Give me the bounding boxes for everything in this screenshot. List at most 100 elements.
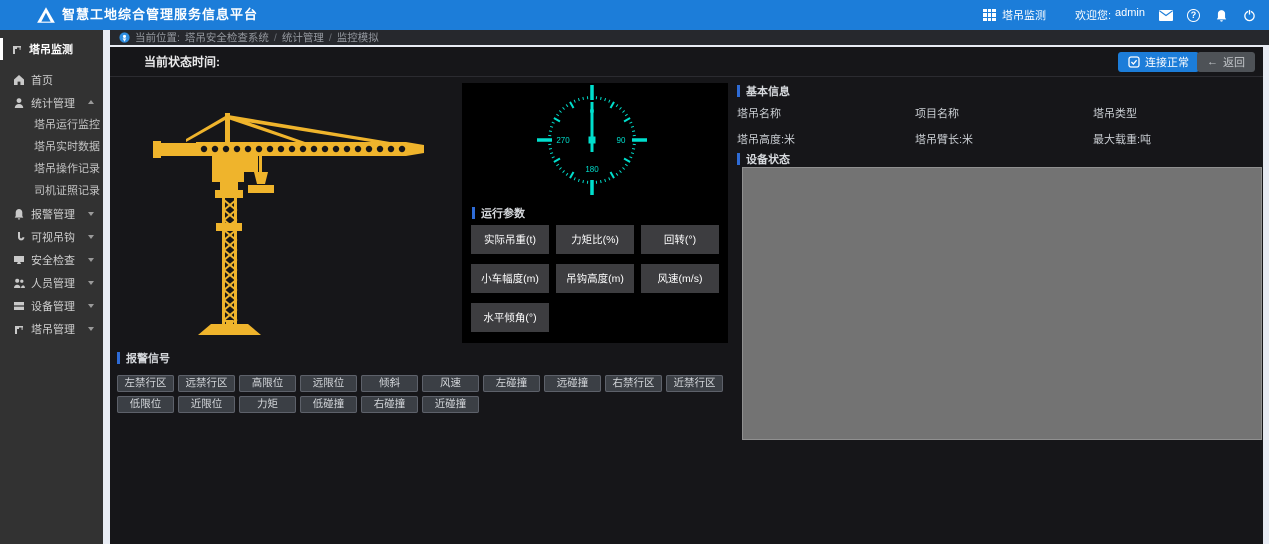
alarm-tag: 力矩 — [239, 396, 296, 413]
platform-logo-icon — [36, 6, 56, 24]
field-crane-height: 塔吊高度:米 — [737, 131, 915, 147]
param-card-trolley-range: 小车幅度(m) — [471, 264, 549, 293]
sidebar-item-personnel-mgmt[interactable]: 人员管理 — [0, 271, 103, 294]
rotation-gauge: 090180270 — [462, 83, 728, 197]
svg-text:90: 90 — [617, 136, 626, 145]
sidebar-header-crane-monitor[interactable]: 塔吊监测 — [0, 38, 103, 60]
breadcrumb: 当前位置: 塔吊安全检查系统 / 统计管理 / 监控模拟 — [110, 30, 1269, 45]
tower-crane-graphic — [140, 87, 470, 345]
alarm-signals-title: 报警信号 — [117, 350, 741, 366]
param-card-wind-speed: 风速(m/s) — [641, 264, 719, 293]
sidebar-item-home[interactable]: 首页 — [0, 68, 103, 91]
power-icon[interactable] — [1242, 8, 1257, 23]
chevron-down-icon — [88, 212, 94, 216]
alarm-tag: 左碰撞 — [483, 375, 540, 392]
sidebar-item-crane-run-monitor[interactable]: 塔吊运行监控 — [0, 114, 103, 136]
section-accent-bar — [737, 153, 740, 165]
section-accent-bar — [472, 207, 475, 219]
status-time-label: 当前状态时间: — [144, 47, 220, 77]
section-accent-bar — [117, 352, 120, 364]
chevron-down-icon — [88, 258, 94, 262]
crane-icon — [11, 43, 23, 55]
alarm-tag: 倾斜 — [361, 375, 418, 392]
sidebar-item-visual-hook[interactable]: 可视吊钩 — [0, 225, 103, 248]
content-header: 当前状态时间: 连接正常 ← 返回 — [110, 47, 1263, 77]
breadcrumb-item-system[interactable]: 塔吊安全检查系统 — [185, 30, 269, 45]
alarm-tag: 低碰撞 — [300, 396, 357, 413]
sidebar-item-safety-check[interactable]: 安全检查 — [0, 248, 103, 271]
svg-text:180: 180 — [585, 165, 599, 174]
help-icon[interactable]: ? — [1186, 8, 1201, 23]
param-card-horizontal-tilt: 水平倾角(°) — [471, 303, 549, 332]
topbar: 智慧工地综合管理服务信息平台 塔吊监测 欢迎您: admin ? — [0, 0, 1269, 30]
hook-icon — [13, 231, 25, 243]
param-card-moment-ratio: 力矩比(%) — [556, 225, 634, 254]
sidebar-item-stats[interactable]: 统计管理 — [0, 91, 103, 114]
content-panel: 当前状态时间: 连接正常 ← 返回 — [110, 47, 1263, 544]
chevron-down-icon — [88, 235, 94, 239]
breadcrumb-separator: / — [274, 32, 277, 44]
mail-icon[interactable] — [1158, 8, 1173, 23]
svg-text:270: 270 — [556, 136, 570, 145]
param-card-rotation: 回转(°) — [641, 225, 719, 254]
back-arrow-icon: ← — [1207, 56, 1218, 68]
gauge-panel: 090180270 运行参数 实际吊重(t) 力矩比(%) 回转(°) 小车幅度… — [462, 83, 728, 343]
device-icon — [13, 300, 25, 312]
welcome-label: 欢迎您: — [1075, 7, 1111, 23]
sidebar-item-driver-license-log[interactable]: 司机证照记录 — [0, 180, 103, 202]
field-crane-type: 塔吊类型 — [1093, 105, 1261, 121]
alarm-tag: 近限位 — [178, 396, 235, 413]
alarm-tag: 近碰撞 — [422, 396, 479, 413]
sidebar-item-crane-operation-log[interactable]: 塔吊操作记录 — [0, 158, 103, 180]
app-title: 智慧工地综合管理服务信息平台 — [62, 0, 258, 30]
alarm-tag: 远限位 — [300, 375, 357, 392]
sidebar: 塔吊监测 首页 统计管理 塔吊运行监控 塔吊实时数据 塔吊操作记录 司机证照记录… — [0, 30, 103, 544]
app-grid-icon[interactable] — [983, 9, 996, 22]
basic-info-grid: 塔吊名称 项目名称 塔吊类型 塔吊高度:米 塔吊臂长:米 最大载重:吨 — [737, 105, 1261, 147]
module-switcher[interactable]: 塔吊监测 — [1002, 7, 1046, 23]
breadcrumb-item-monitor-sim[interactable]: 监控模拟 — [337, 30, 379, 45]
bell-icon[interactable] — [1214, 8, 1229, 23]
param-card-hook-height: 吊钩高度(m) — [556, 264, 634, 293]
field-boom-length: 塔吊臂长:米 — [915, 131, 1093, 147]
param-card-actual-load: 实际吊重(t) — [471, 225, 549, 254]
device-status-title: 设备状态 — [737, 151, 790, 167]
alarm-tag: 风速 — [422, 375, 479, 392]
breadcrumb-separator: / — [329, 32, 332, 44]
people-icon — [13, 277, 25, 289]
alarm-tag: 右禁行区 — [605, 375, 662, 392]
field-crane-name: 塔吊名称 — [737, 105, 915, 121]
alarm-tag: 远禁行区 — [178, 375, 235, 392]
check-square-icon — [1128, 56, 1140, 68]
home-icon — [13, 74, 25, 86]
chevron-down-icon — [88, 327, 94, 331]
monitor-icon — [13, 254, 25, 266]
alarm-icon — [13, 208, 25, 220]
chevron-up-icon — [88, 100, 94, 104]
sidebar-item-alarm-mgmt[interactable]: 报警管理 — [0, 202, 103, 225]
alarm-tag: 远碰撞 — [544, 375, 601, 392]
alarm-signals-section: 报警信号 左禁行区 远禁行区 高限位 远限位 倾斜 风速 左碰撞 远碰撞 右禁行… — [117, 350, 741, 413]
device-status-panel — [742, 167, 1262, 440]
alarm-tag: 高限位 — [239, 375, 296, 392]
sidebar-item-crane-realtime-data[interactable]: 塔吊实时数据 — [0, 136, 103, 158]
chevron-down-icon — [88, 304, 94, 308]
chevron-down-icon — [88, 281, 94, 285]
alarm-tag: 低限位 — [117, 396, 174, 413]
sidebar-item-crane-mgmt[interactable]: 塔吊管理 — [0, 317, 103, 340]
location-pin-icon — [119, 32, 130, 43]
username: admin — [1115, 7, 1145, 23]
back-button[interactable]: ← 返回 — [1197, 52, 1255, 72]
alarm-tag: 右碰撞 — [361, 396, 418, 413]
field-max-load: 最大载重:吨 — [1093, 131, 1261, 147]
sidebar-item-device-mgmt[interactable]: 设备管理 — [0, 294, 103, 317]
connection-status-button[interactable]: 连接正常 — [1118, 52, 1199, 72]
main-area: 当前位置: 塔吊安全检查系统 / 统计管理 / 监控模拟 当前状态时间: 连接正… — [103, 30, 1269, 544]
breadcrumb-item-stats[interactable]: 统计管理 — [282, 30, 324, 45]
alarm-tag: 左禁行区 — [117, 375, 174, 392]
section-accent-bar — [737, 85, 740, 97]
breadcrumb-label: 当前位置: — [135, 30, 180, 45]
alarm-tag: 近禁行区 — [666, 375, 723, 392]
stats-icon — [13, 97, 25, 109]
basic-info-title: 基本信息 — [737, 83, 790, 99]
